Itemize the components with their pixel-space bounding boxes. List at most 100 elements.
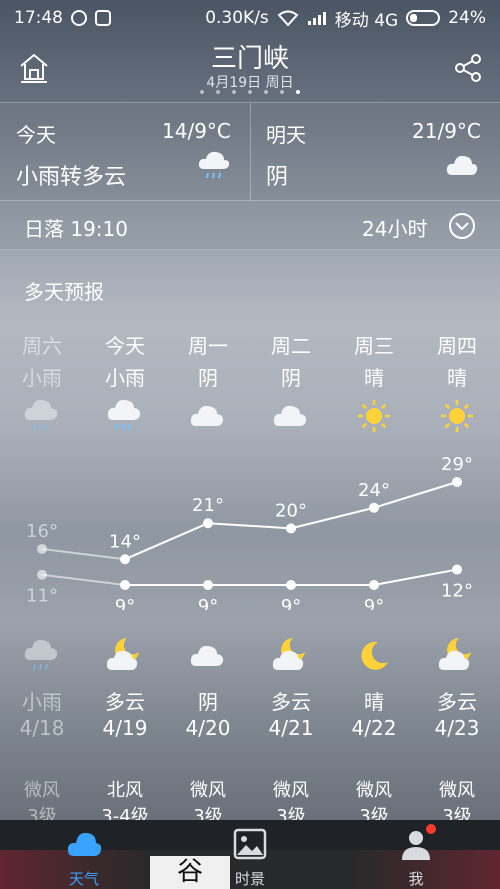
forecast-day-label: 周二	[271, 334, 311, 358]
forecast-night-condition: 阴	[198, 690, 218, 714]
forecast-day-label: 周四	[437, 334, 477, 358]
forecast-day-condition: 小雨	[22, 366, 62, 390]
low-temp-point	[203, 580, 213, 590]
high-temp-point	[120, 554, 130, 565]
today-label: 今天	[16, 123, 56, 147]
status-right: 0.30K/s 移动 4G 24%	[205, 6, 486, 31]
page-dot	[232, 90, 236, 94]
low-temp-point	[452, 564, 462, 575]
tomorrow-condition: 阴	[266, 165, 289, 190]
header: 三门峡 4月19日 周日	[0, 36, 500, 102]
forecast-wind-direction: 微风	[273, 780, 309, 801]
low-temp-line-segment	[41, 573, 126, 586]
app-notification-icon	[95, 10, 111, 26]
page-dot	[264, 90, 268, 94]
battery-icon	[406, 10, 441, 26]
forecast-night-condition: 小雨	[22, 690, 62, 714]
page-dot	[216, 90, 220, 94]
forecast-title: 多天预报	[24, 280, 104, 304]
hours24-link[interactable]: 24小时	[362, 213, 427, 242]
high-temp-label: 14°	[109, 531, 141, 552]
temperature-chart: 16° 14° 21° 20° 24° 29° 11° 9° 9° 9° 9° 12°	[26, 454, 473, 610]
cloud-icon	[190, 645, 224, 666]
forecast-wind-direction: 微风	[190, 780, 226, 801]
high-temp-point	[203, 518, 213, 529]
sunset-bar: 日落 19:10 24小时	[0, 200, 500, 250]
high-temp-point	[286, 523, 296, 534]
low-temp-label: 9°	[115, 596, 135, 610]
wifi-icon	[277, 10, 299, 26]
nav-label-me: 我	[408, 870, 424, 888]
cloud-rain-icon	[198, 151, 230, 179]
forecast-wind-direction: 北风	[107, 780, 143, 801]
nav-item-scenery[interactable]: 时景	[190, 820, 310, 889]
share-icon[interactable]	[452, 52, 484, 84]
cloud-rain-icon	[107, 399, 141, 431]
status-time: 17:48	[14, 8, 63, 28]
low-temp-label: 9°	[198, 596, 218, 610]
low-temp-point	[369, 580, 379, 590]
nav-item-me[interactable]: 我	[356, 820, 476, 889]
forecast-day-label: 周六	[22, 334, 62, 358]
forecast-wind-direction: 微风	[356, 780, 392, 801]
today-temp: 14/9°C	[162, 119, 231, 143]
forecast-day-condition: 晴	[447, 366, 467, 390]
forecast-night-condition: 多云	[271, 690, 311, 714]
app-notification-icon	[71, 10, 87, 26]
sun-icon	[441, 400, 473, 432]
signal-icon	[307, 12, 326, 25]
panel-divider	[250, 103, 251, 201]
high-temp-label: 24°	[358, 480, 390, 501]
low-temp-point	[37, 569, 47, 580]
forecast-date: 4/20	[185, 716, 231, 740]
high-temp-label: 20°	[275, 500, 307, 521]
forecast-day-condition: 小雨	[105, 366, 145, 390]
status-net-speed: 0.30K/s	[205, 8, 269, 28]
tomorrow-temp: 21/9°C	[412, 119, 481, 143]
status-left: 17:48	[14, 8, 111, 28]
forecast-night-condition: 多云	[437, 690, 477, 714]
notification-badge	[424, 822, 438, 836]
nav-item-weather[interactable]: 天气	[24, 820, 144, 889]
forecast-day-label: 周一	[188, 334, 228, 358]
current-date: 4月19日 周日	[206, 75, 294, 91]
cloud-icon	[446, 155, 478, 175]
moon-cloud-icon	[272, 638, 305, 670]
low-temp-label: 9°	[281, 596, 301, 610]
nav-label-weather: 天气	[68, 870, 99, 888]
cloud-rain-icon	[24, 639, 58, 671]
today-condition: 小雨转多云	[16, 165, 127, 190]
moon-icon	[361, 641, 388, 670]
moon-cloud-icon	[106, 638, 139, 670]
low-temp-point	[286, 580, 296, 590]
high-temp-label: 21°	[192, 495, 224, 516]
forecast-wind-direction: 微风	[24, 780, 60, 801]
chevron-down-icon[interactable]	[448, 212, 476, 240]
tomorrow-label: 明天	[266, 123, 306, 147]
forecast-date: 4/18	[19, 716, 65, 740]
cloud-icon	[67, 832, 102, 856]
forecast-night-condition: 多云	[105, 690, 145, 714]
page-indicator	[200, 90, 300, 94]
high-temp-point	[369, 502, 379, 513]
low-temp-point	[120, 580, 130, 590]
cloud-icon	[273, 405, 307, 426]
page-dot	[200, 90, 204, 94]
cloud-icon	[190, 405, 224, 426]
forecast-date: 4/22	[351, 716, 397, 740]
status-bar: 17:48 0.30K/s 移动 4G 24%	[0, 0, 500, 36]
city-name[interactable]: 三门峡	[0, 38, 500, 75]
high-temp-point	[37, 543, 47, 554]
sun-icon	[358, 400, 390, 432]
moon-cloud-icon	[438, 638, 471, 670]
today-tomorrow-panel: 今天 14/9°C 小雨转多云 明天 21/9°C 阴	[0, 102, 500, 201]
status-battery: 24%	[448, 8, 486, 28]
sunset-time: 日落 19:10	[24, 217, 128, 241]
forecast-wind-direction: 微风	[439, 780, 475, 801]
low-temp-label: 9°	[364, 596, 384, 610]
cloud-rain-icon	[24, 399, 58, 431]
image-icon	[233, 828, 267, 860]
forecast-night-condition: 晴	[364, 690, 384, 714]
high-temp-label: 16°	[26, 521, 58, 542]
forecast-day-condition: 阴	[281, 366, 301, 390]
